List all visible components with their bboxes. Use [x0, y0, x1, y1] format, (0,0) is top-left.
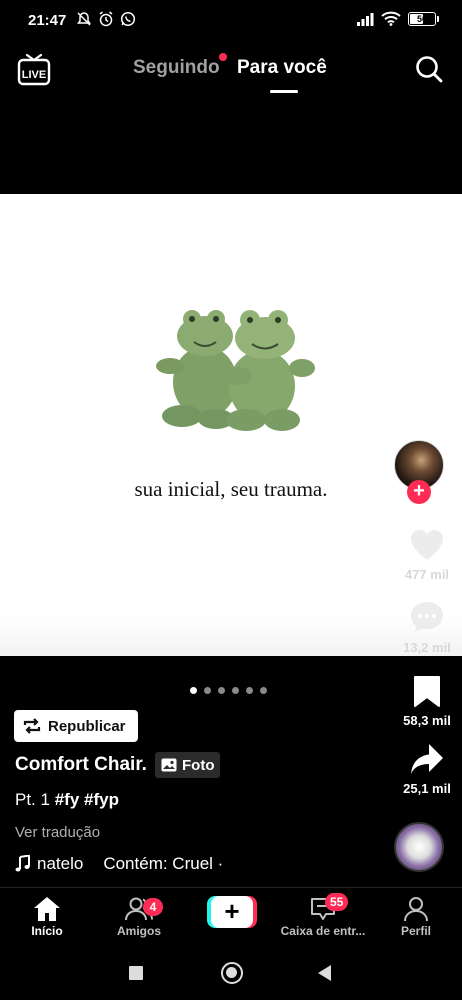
pager-dot	[232, 687, 239, 694]
comment-count: 13,2 mil	[403, 640, 451, 655]
post-description: Pt. 1 #fy #fyp	[15, 790, 119, 810]
description-text: Pt. 1	[15, 790, 50, 809]
action-rail: + 477 mil 13,2 mil 58,3 mil 25,1 mil	[392, 0, 462, 1000]
signal-icon	[357, 12, 374, 26]
back-button[interactable]	[318, 965, 331, 981]
bookmark-icon	[414, 676, 440, 707]
save-count: 58,3 mil	[403, 713, 451, 728]
status-time: 21:47	[28, 12, 67, 29]
hashtag-fyp[interactable]: #fyp	[84, 790, 119, 809]
share-icon	[411, 744, 443, 774]
alarm-icon	[99, 11, 113, 27]
pager-dot	[190, 687, 197, 694]
tab-for-you[interactable]: Para você	[237, 57, 327, 79]
nav-home-label: Início	[31, 924, 63, 938]
live-button[interactable]: LIVE	[16, 53, 52, 86]
photo-icon	[161, 758, 177, 772]
pager-dot	[218, 687, 225, 694]
repost-button[interactable]: Republicar	[14, 710, 138, 742]
pager-dot	[246, 687, 253, 694]
nav-friends[interactable]: Amigos 4	[99, 896, 179, 938]
creator-avatar-group: +	[394, 440, 444, 506]
nav-inbox-label: Caixa de entr...	[280, 924, 366, 938]
photo-mode-tag: Foto	[155, 752, 221, 778]
nav-home[interactable]: Início	[7, 896, 87, 938]
system-nav-bar	[0, 946, 462, 1000]
home-icon	[34, 897, 60, 921]
inbox-badge: 55	[325, 893, 349, 911]
live-label: LIVE	[22, 69, 46, 81]
whatsapp-icon	[120, 11, 136, 27]
frog-plush-image	[156, 310, 315, 431]
bottom-nav: Início Amigos 4 + Caixa de entr... 55 Pe…	[0, 887, 462, 943]
music-note-icon	[15, 855, 30, 872]
friends-badge: 4	[143, 898, 163, 916]
live-icon: LIVE	[17, 53, 51, 86]
nav-profile-label: Perfil	[400, 924, 431, 938]
home-system-button[interactable]	[221, 962, 243, 984]
share-action[interactable]: 25,1 mil	[392, 742, 462, 798]
photo-pager	[190, 687, 267, 694]
plus-icon: +	[211, 896, 253, 928]
sound-row[interactable]: natelo Contém: Cruel ·	[15, 854, 223, 874]
active-tab-indicator	[270, 90, 298, 93]
status-notification-icons	[76, 11, 136, 27]
hashtag-fy[interactable]: #fy	[55, 790, 80, 809]
nav-profile[interactable]: Perfil	[376, 896, 456, 938]
follow-button[interactable]: +	[407, 480, 431, 504]
create-button[interactable]: +	[207, 896, 257, 928]
nav-friends-label: Amigos	[116, 924, 161, 938]
repost-icon	[23, 718, 41, 734]
share-count: 25,1 mil	[403, 781, 451, 796]
comment-icon	[411, 602, 443, 632]
heart-icon	[411, 530, 443, 560]
recents-button[interactable]	[129, 966, 143, 980]
sound-name: natelo	[37, 854, 84, 873]
author-name[interactable]: Comfort Chair.	[15, 754, 147, 776]
like-action[interactable]: 477 mil	[392, 528, 462, 584]
pager-dot	[260, 687, 267, 694]
save-action[interactable]: 58,3 mil	[392, 674, 462, 730]
pager-dot	[204, 687, 211, 694]
bell-off-icon	[77, 12, 91, 26]
profile-icon	[404, 897, 428, 922]
sound-disc[interactable]	[394, 822, 444, 872]
repost-label: Republicar	[48, 717, 126, 735]
sound-extra: Contém: Cruel ·	[103, 854, 224, 873]
photo-tag-label: Foto	[182, 756, 215, 774]
tab-following[interactable]: Seguindo	[133, 57, 220, 79]
like-count: 477 mil	[404, 567, 450, 582]
nav-inbox[interactable]: Caixa de entr... 55	[275, 893, 371, 938]
see-translation-link[interactable]: Ver tradução	[15, 824, 100, 841]
following-new-dot	[219, 53, 227, 61]
comment-action[interactable]: 13,2 mil	[392, 599, 462, 657]
